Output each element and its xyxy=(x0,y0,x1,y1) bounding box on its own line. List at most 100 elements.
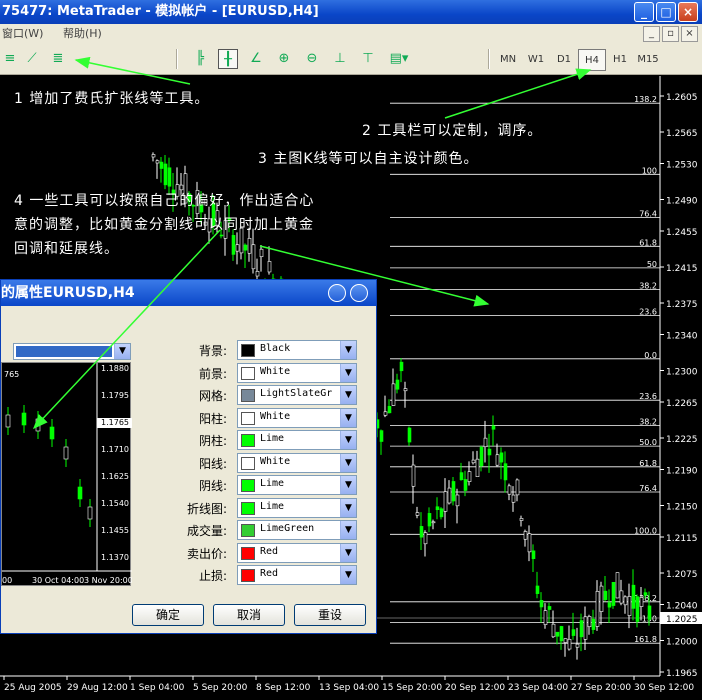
tf-w1[interactable]: W1 xyxy=(522,49,550,71)
candle-body xyxy=(599,585,604,612)
preview-candle-body xyxy=(5,414,11,428)
color-select[interactable]: Red ▼ xyxy=(237,542,357,563)
tf-h4[interactable]: H4 xyxy=(578,49,606,71)
mdi-close-button[interactable]: × xyxy=(681,26,698,42)
chevron-down-icon[interactable]: ▼ xyxy=(340,566,356,584)
zoom-out-icon[interactable]: ⊖ xyxy=(302,49,322,69)
zoom-in-icon[interactable]: ⊕ xyxy=(274,49,294,69)
chart-properties-dialog: 的属性EURUSD,H4 ▼ 765 1.1880 1.1795 1.1765 1.17… xyxy=(0,279,377,634)
line-chart-icon[interactable]: ∠ xyxy=(246,49,266,69)
fib-level-label: 38.2 xyxy=(639,417,657,426)
color-select[interactable]: White ▼ xyxy=(237,362,357,383)
maximize-button[interactable]: □ xyxy=(656,2,676,22)
close-button[interactable]: × xyxy=(678,2,698,22)
color-select[interactable]: Lime ▼ xyxy=(237,430,357,450)
candle-body xyxy=(427,513,432,527)
fib-level-label: 38.2 xyxy=(639,282,657,291)
color-select[interactable]: Lime ▼ xyxy=(237,497,357,518)
fib-level-label: 76.4 xyxy=(639,484,657,493)
color-name: Lime xyxy=(260,433,285,444)
preview-price-label: 1.1455 xyxy=(101,526,129,535)
tf-m15[interactable]: M15 xyxy=(634,49,662,71)
candle-body xyxy=(447,487,452,504)
candle-body xyxy=(515,479,520,496)
indicators-icon[interactable]: ▤▾ xyxy=(386,49,412,69)
candle-body xyxy=(407,427,412,443)
candle-body xyxy=(595,591,600,627)
fib-arc-icon[interactable]: ⟋ xyxy=(22,49,42,69)
candle-body xyxy=(591,618,596,630)
preview-left-label: 765 xyxy=(4,370,19,379)
candle-body xyxy=(439,508,444,518)
color-select[interactable]: White ▼ xyxy=(237,452,357,473)
menu-window[interactable]: 窗口(W) xyxy=(2,27,43,40)
fib-expansion-icon[interactable]: ≣ xyxy=(48,49,68,69)
toolbar: ≡ ⟋ ≣ ╠ ╂ ∠ ⊕ ⊖ ⊥ ⊤ ▤▾ MN W1 D1 H4 H1 M1… xyxy=(0,44,702,75)
color-swatch xyxy=(241,524,255,537)
auto-scroll-icon[interactable]: ⊥ xyxy=(330,49,350,69)
cancel-button[interactable]: 取消 xyxy=(213,604,285,626)
mdi-restore-button[interactable]: ▫ xyxy=(662,26,679,42)
chevron-down-icon[interactable]: ▼ xyxy=(340,498,356,517)
fib-level-label: 76.4 xyxy=(639,210,657,219)
chevron-down-icon[interactable]: ▼ xyxy=(340,521,356,539)
fib-level-label: 23.6 xyxy=(639,308,657,317)
color-select[interactable]: LightSlateGr ▼ xyxy=(237,385,357,405)
candle-body xyxy=(479,446,484,467)
chevron-down-icon[interactable]: ▼ xyxy=(114,344,130,359)
candle-body xyxy=(419,526,424,538)
candle-body xyxy=(251,244,256,270)
candlestick-icon[interactable]: ╂ xyxy=(218,49,238,69)
tf-d1[interactable]: D1 xyxy=(550,49,578,71)
window-title: 75477: MetaTrader - 模拟帐户 - [EURUSD,H4] xyxy=(2,4,319,19)
chart-shift-icon[interactable]: ⊤ xyxy=(358,49,378,69)
chevron-down-icon[interactable]: ▼ xyxy=(340,363,356,382)
bar-chart-icon[interactable]: ╠ xyxy=(190,49,210,69)
color-setting-label: 阴线: xyxy=(198,479,227,493)
color-name: LightSlateGr xyxy=(260,388,333,399)
ok-button[interactable]: 确定 xyxy=(132,604,204,626)
mdi-minimize-button[interactable]: _ xyxy=(643,26,660,42)
candle-body xyxy=(603,590,608,600)
candle-body xyxy=(639,597,644,607)
color-setting-label: 背景: xyxy=(198,344,227,358)
color-setting-row: 阳柱: White ▼ xyxy=(131,407,357,428)
chevron-down-icon[interactable]: ▼ xyxy=(340,476,356,494)
candle-body xyxy=(523,531,528,540)
fib-level-label: 0.0 xyxy=(644,351,657,360)
color-select[interactable]: Black ▼ xyxy=(237,340,357,360)
chevron-down-icon[interactable]: ▼ xyxy=(340,341,356,359)
reset-button[interactable]: 重设 xyxy=(294,604,366,626)
color-setting-row: 阳线: White ▼ xyxy=(131,452,357,473)
chevron-down-icon[interactable]: ▼ xyxy=(340,386,356,404)
color-scheme-select[interactable]: ▼ xyxy=(13,343,131,360)
chart-preview: 765 1.1880 1.1795 1.1765 1.1710 1.1625 1.1540 1… xyxy=(1,362,133,586)
tf-h1[interactable]: H1 xyxy=(606,49,634,71)
candle-body xyxy=(547,606,552,610)
color-select[interactable]: White ▼ xyxy=(237,407,357,428)
dialog-close-button[interactable] xyxy=(350,284,368,302)
color-select[interactable]: Lime ▼ xyxy=(237,475,357,495)
color-name: White xyxy=(260,410,291,422)
fib-level-label: 61.8 xyxy=(639,459,657,468)
color-swatch xyxy=(241,546,255,560)
fib-fan-icon[interactable]: ≡ xyxy=(0,49,20,69)
dialog-help-button[interactable] xyxy=(328,284,346,302)
color-select[interactable]: LimeGreen ▼ xyxy=(237,520,357,540)
toolbar-separator xyxy=(176,49,178,69)
menu-help[interactable]: 帮助(H) xyxy=(63,27,102,40)
fib-level-label: 161.8 xyxy=(634,635,657,644)
minimize-button[interactable]: _ xyxy=(634,2,654,22)
preview-time-label: 00 xyxy=(2,576,12,585)
chevron-down-icon[interactable]: ▼ xyxy=(340,453,356,472)
price-tick-label: 1.2415 xyxy=(666,264,698,274)
candle-body xyxy=(431,521,436,524)
chevron-down-icon[interactable]: ▼ xyxy=(340,543,356,562)
candle-body xyxy=(619,590,624,604)
chevron-down-icon[interactable]: ▼ xyxy=(340,408,356,427)
color-select[interactable]: Red ▼ xyxy=(237,565,357,585)
candle-body xyxy=(155,160,160,164)
chevron-down-icon[interactable]: ▼ xyxy=(340,431,356,449)
tf-mn[interactable]: MN xyxy=(494,49,522,71)
price-tick-label: 1.2340 xyxy=(666,332,698,342)
